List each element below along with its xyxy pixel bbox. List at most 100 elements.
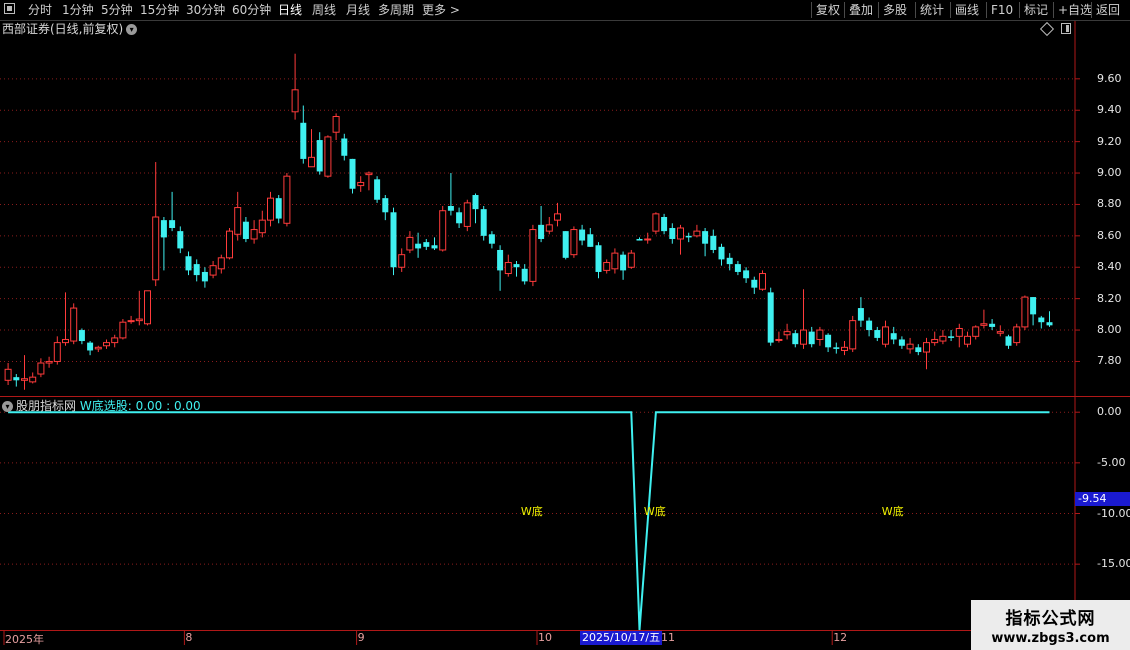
date-tick-label: 9	[357, 631, 365, 644]
chevron-down-icon[interactable]: ▾	[2, 401, 13, 412]
candle-body	[800, 329, 807, 345]
candle-body	[382, 198, 389, 213]
indicator-provider: 股朋指标网	[16, 399, 77, 413]
price-tick-label: 8.00	[1097, 323, 1122, 337]
candle-body	[595, 245, 602, 272]
watermark-url: www.zbgs3.com	[991, 631, 1110, 646]
w-bottom-signal: W底	[881, 505, 904, 518]
candle-body	[1030, 297, 1037, 315]
candle-body	[1021, 296, 1029, 328]
candle-body	[808, 331, 815, 345]
date-tick-label: 10	[538, 631, 552, 644]
candle-body	[119, 321, 127, 339]
candle-body	[201, 271, 208, 282]
date-tick-label: 11	[661, 631, 675, 644]
candle-body	[579, 229, 586, 241]
candle-body	[390, 212, 397, 268]
candle-body	[185, 256, 192, 271]
candle-body	[521, 268, 528, 282]
candle-body	[193, 264, 200, 276]
candle-body	[1038, 317, 1045, 323]
candle-body	[45, 360, 53, 364]
candle-body	[767, 292, 774, 343]
candle-body	[37, 362, 45, 375]
candle-body	[431, 245, 438, 249]
candle-body	[169, 220, 176, 228]
candle-body	[226, 230, 233, 259]
candle-body	[217, 257, 225, 270]
candle-body	[718, 246, 725, 260]
candle-body	[677, 227, 684, 240]
candle-body	[857, 308, 864, 321]
date-tick-label: 12	[833, 631, 848, 644]
candle-body	[504, 262, 512, 275]
candle-body	[374, 179, 381, 200]
candle-body	[849, 320, 857, 350]
price-tick-label: 7.80	[1097, 354, 1122, 368]
candle-body	[13, 377, 20, 381]
candle-body	[644, 238, 652, 241]
indicator-value-label: W底选股: 0.00 : 0.00	[79, 399, 201, 413]
candle-body	[783, 331, 791, 336]
last-value-badge: -9.54	[1075, 492, 1130, 506]
candle-body	[103, 342, 110, 347]
candle-body	[398, 254, 406, 268]
candle-body	[833, 347, 840, 349]
candle-body	[669, 227, 676, 239]
candle-body	[759, 273, 766, 290]
candle-body	[627, 252, 635, 268]
candle-body	[29, 376, 37, 383]
candle-body	[1013, 326, 1021, 344]
candle-body	[554, 213, 561, 221]
candle-body	[267, 197, 274, 221]
indicator-title[interactable]: ▾ 股朋指标网 W底选股: 0.00 : 0.00	[2, 398, 201, 414]
candle-body	[177, 231, 184, 249]
kline-chart[interactable]	[0, 0, 1130, 650]
date-tick-label: 8	[185, 631, 193, 644]
candle-body	[906, 343, 914, 350]
candle-body	[62, 338, 69, 344]
candle-body	[710, 235, 717, 250]
candle-body	[275, 198, 282, 219]
candle-body	[529, 229, 537, 282]
candle-body	[349, 158, 356, 189]
candle-body	[726, 257, 733, 265]
candle-body	[931, 338, 939, 344]
candle-body	[693, 230, 701, 237]
candle-body	[545, 224, 553, 232]
candle-body	[415, 243, 422, 249]
candle-body	[341, 138, 348, 156]
candle-body	[980, 323, 988, 326]
candle-body	[78, 330, 85, 342]
price-tick-label: 8.60	[1097, 228, 1122, 242]
candle-body	[882, 326, 889, 345]
candle-body	[242, 221, 249, 239]
candle-body	[209, 265, 217, 276]
candle-body	[620, 254, 627, 271]
candle-body	[423, 242, 430, 247]
candle-body	[439, 210, 447, 251]
candle-body	[792, 333, 799, 345]
candle-body	[587, 234, 594, 247]
candle-body	[685, 235, 692, 238]
candle-body	[463, 202, 471, 227]
candle-body	[70, 307, 78, 342]
candle-body	[4, 368, 12, 381]
candle-body	[825, 334, 832, 348]
indicator-tick-label: 0.00	[1097, 405, 1122, 419]
candle-body	[964, 335, 971, 345]
candle-body	[841, 346, 848, 351]
candle-body	[1005, 336, 1012, 346]
candle-body	[111, 337, 119, 344]
price-tick-label: 9.20	[1097, 134, 1122, 148]
candle-body	[456, 212, 463, 224]
candle-body	[702, 231, 709, 244]
candle-body	[365, 172, 373, 176]
candle-body	[406, 236, 414, 251]
date-tick-label: 2025年	[5, 633, 44, 646]
candle-body	[447, 206, 454, 211]
price-tick-label: 8.40	[1097, 260, 1122, 274]
site-watermark: 指标公式网 www.zbgs3.com	[971, 600, 1130, 650]
candle-body	[816, 329, 824, 340]
candle-body	[652, 213, 660, 232]
